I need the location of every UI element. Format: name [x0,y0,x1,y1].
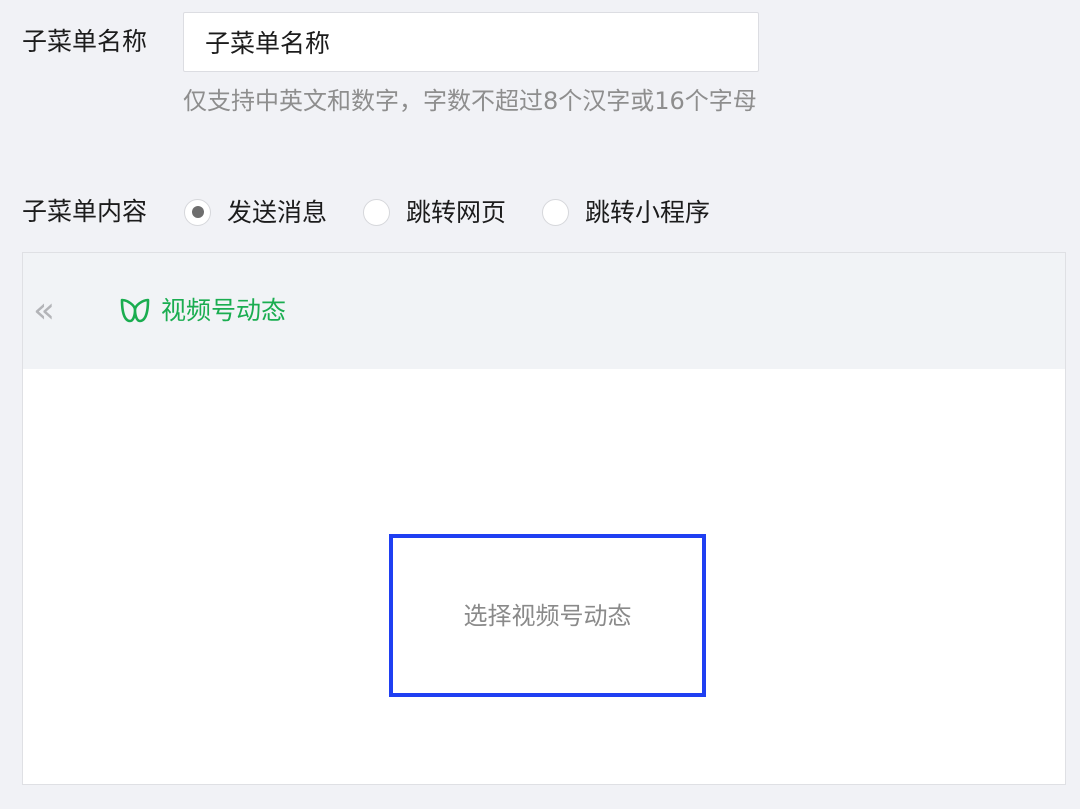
submenu-name-hint: 仅支持中英文和数字，字数不超过8个汉字或16个字母 [183,87,757,115]
radio-jump-miniprogram[interactable]: 跳转小程序 [542,197,711,227]
panel-header: « 视频号动态 [23,253,1065,369]
channels-icon [120,298,150,323]
double-chevron-left-icon[interactable]: « [33,293,55,329]
select-channels-moment-button[interactable]: 选择视频号动态 [389,534,706,697]
content-panel: « 视频号动态 选择视频号动态 [22,252,1066,785]
radio-unchecked-icon[interactable] [363,198,391,226]
radio-label: 跳转小程序 [585,197,711,227]
menu-editor-page: 子菜单名称 仅支持中英文和数字，字数不超过8个汉字或16个字母 子菜单内容 发送… [0,0,1080,809]
channels-moment-tag: 视频号动态 [119,296,286,324]
radio-jump-webpage[interactable]: 跳转网页 [363,197,507,227]
radio-checked-icon[interactable] [184,198,211,226]
channels-moment-label: 视频号动态 [161,295,287,325]
submenu-name-input[interactable] [183,12,759,72]
content-type-radio-group: 发送消息 跳转网页 跳转小程序 [184,196,710,228]
select-channels-moment-label: 选择视频号动态 [463,601,632,630]
radio-unchecked-icon[interactable] [542,198,570,226]
radio-send-message[interactable]: 发送消息 [184,197,328,227]
radio-label: 跳转网页 [406,197,507,227]
submenu-content-label: 子菜单内容 [22,197,148,226]
submenu-name-label: 子菜单名称 [22,27,148,56]
radio-label: 发送消息 [227,197,328,227]
